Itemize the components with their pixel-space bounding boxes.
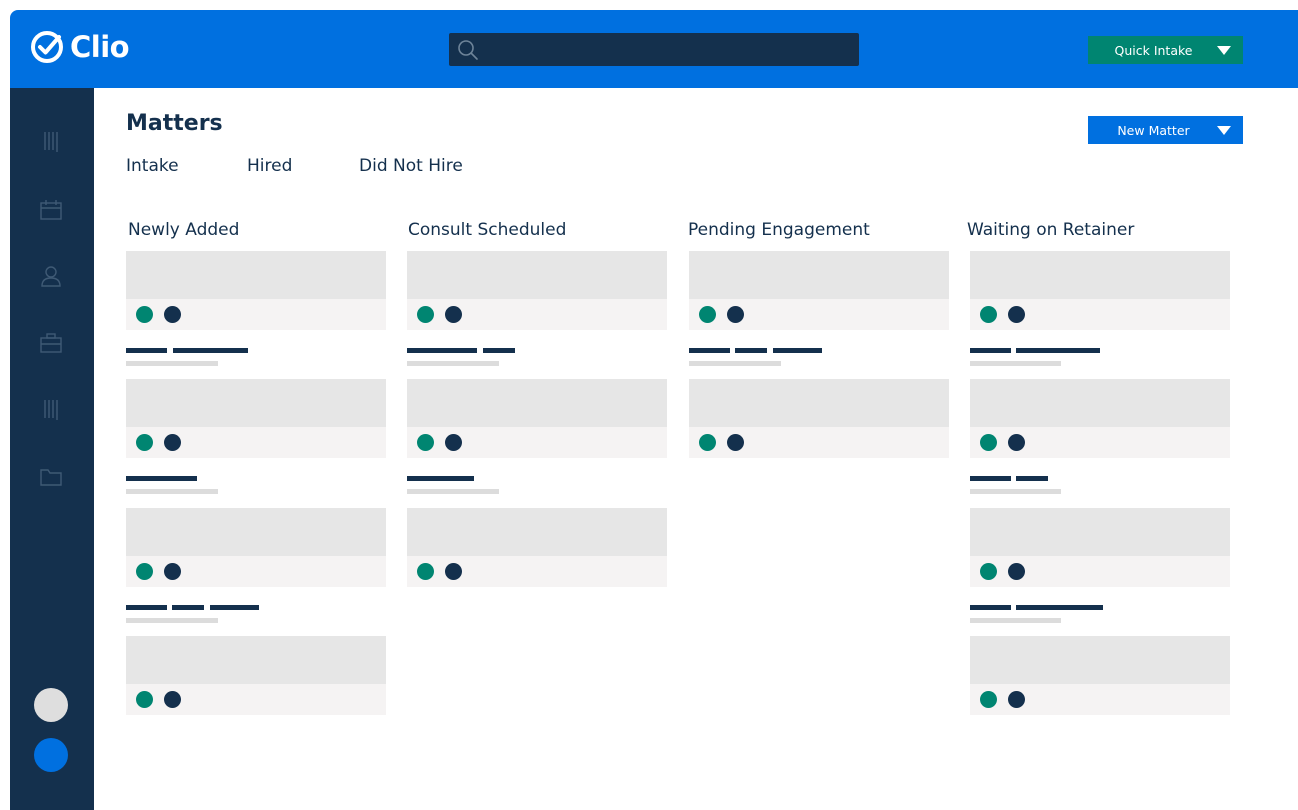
text-placeholder <box>483 348 515 353</box>
matter-card[interactable] <box>689 251 949 330</box>
text-placeholder <box>773 348 822 353</box>
column-title-waiting-on-retainer: Waiting on Retainer <box>967 220 1135 240</box>
text-placeholder <box>970 476 1011 481</box>
text-placeholder <box>210 605 259 610</box>
account-avatar[interactable] <box>34 738 68 772</box>
matter-card[interactable] <box>126 508 386 587</box>
billing-icon[interactable] <box>40 398 62 420</box>
top-bar: Clio Quick Intake <box>10 10 1298 88</box>
status-dot <box>980 563 997 580</box>
matter-card[interactable] <box>970 636 1230 715</box>
status-dot <box>1008 434 1025 451</box>
text-placeholder <box>970 348 1011 353</box>
text-placeholder <box>126 476 197 481</box>
status-dot <box>417 434 434 451</box>
text-placeholder <box>126 605 167 610</box>
matter-card[interactable] <box>407 379 667 458</box>
text-placeholder <box>172 605 204 610</box>
text-placeholder <box>173 348 248 353</box>
matter-card[interactable] <box>126 636 386 715</box>
status-dot <box>164 434 181 451</box>
subtext-placeholder <box>970 618 1061 623</box>
status-dot <box>417 306 434 323</box>
status-dot <box>445 563 462 580</box>
text-placeholder <box>970 605 1011 610</box>
tab-intake[interactable]: Intake <box>126 156 179 176</box>
status-dot <box>164 563 181 580</box>
status-dot <box>980 306 997 323</box>
new-matter-label: New Matter <box>1117 122 1190 138</box>
brand-name: Clio <box>70 30 130 64</box>
search-bar[interactable] <box>449 33 859 68</box>
subtext-placeholder <box>689 361 781 366</box>
matter-card[interactable] <box>970 508 1230 587</box>
reports-icon[interactable] <box>40 130 62 152</box>
status-dot <box>136 434 153 451</box>
status-dot <box>727 306 744 323</box>
tab-did-not-hire[interactable]: Did Not Hire <box>359 156 463 176</box>
matter-card[interactable] <box>126 251 386 330</box>
clio-logo[interactable]: Clio <box>30 30 130 64</box>
status-dot <box>980 691 997 708</box>
documents-folder-icon[interactable] <box>40 466 62 488</box>
status-dot <box>699 434 716 451</box>
matter-card[interactable] <box>407 251 667 330</box>
search-icon <box>458 40 478 60</box>
status-dot <box>727 434 744 451</box>
text-placeholder <box>126 348 167 353</box>
subtext-placeholder <box>126 618 218 623</box>
status-dot <box>699 306 716 323</box>
status-dot <box>1008 563 1025 580</box>
status-dot <box>445 306 462 323</box>
text-placeholder <box>1016 605 1103 610</box>
subtext-placeholder <box>126 489 218 494</box>
subtext-placeholder <box>970 489 1061 494</box>
status-dot <box>980 434 997 451</box>
column-title-consult-scheduled: Consult Scheduled <box>408 220 567 240</box>
new-matter-button[interactable]: New Matter <box>1088 116 1243 144</box>
matter-card[interactable] <box>970 379 1230 458</box>
chevron-down-icon <box>1217 125 1231 135</box>
text-placeholder <box>1016 348 1100 353</box>
status-dot <box>445 434 462 451</box>
text-placeholder <box>689 348 730 353</box>
page-title: Matters <box>126 111 223 136</box>
check-circle-icon <box>31 31 63 63</box>
subtext-placeholder <box>407 361 499 366</box>
text-placeholder <box>735 348 767 353</box>
status-dot <box>417 563 434 580</box>
sidebar <box>10 88 94 810</box>
matter-card[interactable] <box>970 251 1230 330</box>
app-window: Clio Quick Intake Matters New Matter Int… <box>10 10 1298 810</box>
status-dot <box>136 306 153 323</box>
text-placeholder <box>1016 476 1048 481</box>
chevron-down-icon <box>1217 45 1231 55</box>
contacts-icon[interactable] <box>40 265 62 287</box>
status-dot <box>136 563 153 580</box>
column-title-pending-engagement: Pending Engagement <box>688 220 870 240</box>
subtext-placeholder <box>970 361 1061 366</box>
status-dot <box>1008 691 1025 708</box>
tab-hired[interactable]: Hired <box>247 156 292 176</box>
quick-intake-button[interactable]: Quick Intake <box>1088 36 1243 64</box>
matters-briefcase-icon[interactable] <box>40 332 62 354</box>
matter-card[interactable] <box>689 379 949 458</box>
quick-intake-label: Quick Intake <box>1114 42 1193 58</box>
matter-card[interactable] <box>407 508 667 587</box>
search-input[interactable] <box>483 33 847 68</box>
subtext-placeholder <box>126 361 218 366</box>
status-dot <box>1008 306 1025 323</box>
text-placeholder <box>407 348 477 353</box>
status-dot <box>136 691 153 708</box>
user-avatar[interactable] <box>34 688 68 722</box>
status-dot <box>164 306 181 323</box>
matter-card[interactable] <box>126 379 386 458</box>
subtext-placeholder <box>407 489 499 494</box>
calendar-icon[interactable] <box>40 199 62 221</box>
text-placeholder <box>407 476 474 481</box>
status-dot <box>164 691 181 708</box>
column-title-newly-added: Newly Added <box>128 220 240 240</box>
